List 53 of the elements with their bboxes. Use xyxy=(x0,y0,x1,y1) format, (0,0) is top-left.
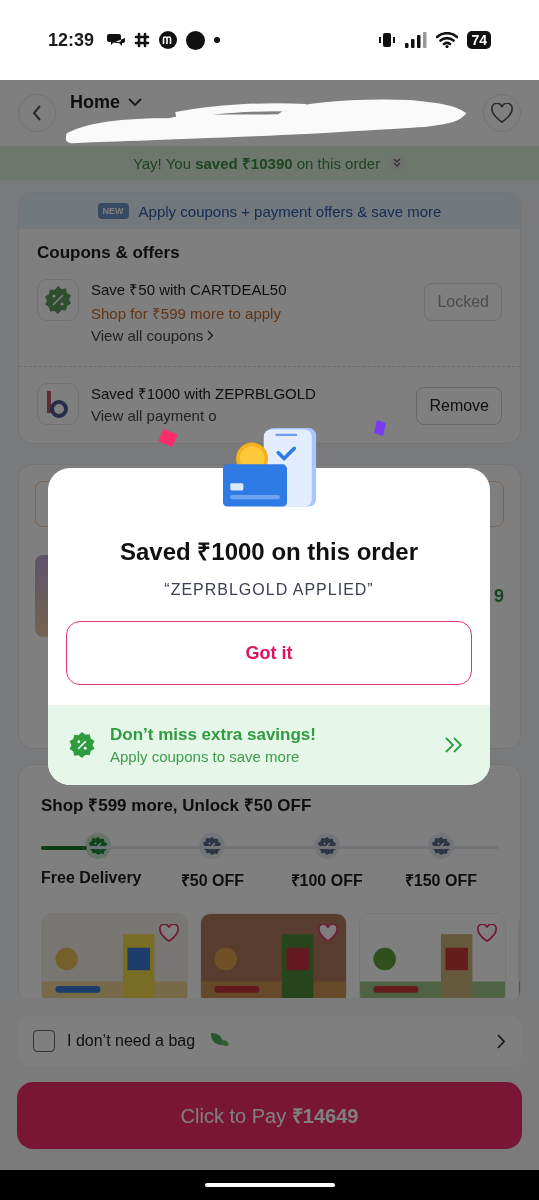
chevron-right-icon xyxy=(497,1033,506,1049)
bag-label: I don’t need a bag xyxy=(67,1032,196,1050)
location-title[interactable]: Home xyxy=(70,91,120,113)
discount-icon xyxy=(68,731,96,759)
checkbox[interactable] xyxy=(33,1030,55,1052)
item-price: 9 xyxy=(494,585,504,607)
offer-condition: Shop for ₹599 more to apply xyxy=(91,304,281,323)
savings-tip-banner[interactable]: Don’t miss extra savings! Apply coupons to save more xyxy=(48,705,490,785)
pay-button[interactable]: Click to Pay ₹14649 xyxy=(17,1082,522,1149)
back-icon[interactable] xyxy=(32,105,42,121)
wishlist-button[interactable] xyxy=(483,94,521,132)
promo-banner[interactable]: NEW Apply coupons + payment offers & save more xyxy=(19,193,520,229)
dot-icon xyxy=(214,37,221,43)
offer-icon xyxy=(37,279,79,321)
wifi-icon xyxy=(436,32,459,48)
battery-level: 74 xyxy=(467,31,491,49)
promo-text: Apply coupons + payment offers & save more xyxy=(138,202,442,220)
status-time: 12:39 xyxy=(48,29,95,51)
heart-icon[interactable] xyxy=(477,924,497,942)
tip-title: Don’t miss extra savings! xyxy=(110,725,316,745)
milestone-label: ₹50 OFF xyxy=(180,871,244,891)
signal-icon xyxy=(405,32,428,48)
milestone-label: ₹100 OFF xyxy=(290,871,363,891)
chevron-down-icon[interactable] xyxy=(128,97,142,107)
dot-icon xyxy=(186,30,206,50)
heart-icon[interactable] xyxy=(159,924,179,942)
offer-icon xyxy=(37,383,79,425)
heart-icon[interactable] xyxy=(318,924,338,942)
back-button[interactable] xyxy=(18,94,56,132)
app-icon xyxy=(159,31,178,49)
double-chevron-icon xyxy=(444,737,464,753)
unlock-title: Shop ₹599 more, Unlock ₹50 OFF xyxy=(41,795,313,816)
offer-title: Save ₹50 with CARTDEAL50 xyxy=(91,280,287,299)
dialog-title: Saved ₹1000 on this order xyxy=(119,537,419,567)
offers-link[interactable]: View all payment o xyxy=(91,407,217,424)
confetti-piece xyxy=(374,420,386,436)
chevron-right-icon[interactable] xyxy=(207,330,215,341)
remove-button[interactable]: Remove xyxy=(416,387,502,425)
milestone-label: Free Delivery xyxy=(41,869,142,887)
chat-icon xyxy=(107,32,126,48)
applied-code: “ZEPRBLGOLD APPLIED” xyxy=(164,581,374,599)
milestone-label: ₹150 OFF xyxy=(404,871,477,891)
section-title: Coupons & offers xyxy=(36,242,181,264)
confetti-piece xyxy=(158,427,180,449)
tip-text: Apply coupons to save more xyxy=(110,748,301,765)
got-it-button[interactable]: Got it xyxy=(66,621,472,685)
new-badge: NEW xyxy=(97,203,129,219)
heart-icon[interactable] xyxy=(491,103,513,123)
bag-option-row[interactable]: I don’t need a bag xyxy=(17,1016,522,1066)
hash-icon xyxy=(134,32,151,48)
offer-title: Saved ₹1000 with ZEPRBLGOLD xyxy=(91,384,316,403)
vibrate-icon xyxy=(378,33,397,47)
savings-message: Yay! You saved ₹10390 on this order xyxy=(132,154,381,173)
